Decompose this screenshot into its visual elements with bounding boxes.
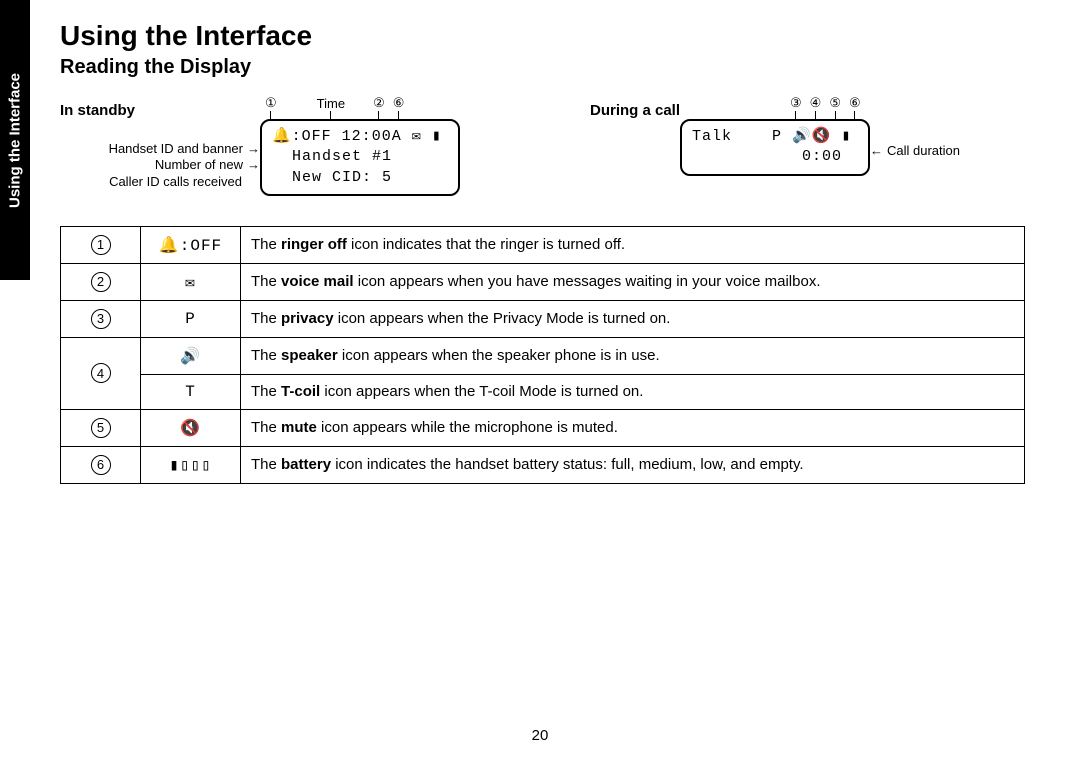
annot-cid-2: Caller ID calls received [60,174,260,190]
page-content: Using the Interface Reading the Display … [50,0,1080,484]
row-num: 3 [91,309,111,329]
table-row: T The T-coil icon appears when the T-coi… [61,374,1025,409]
call-title: During a call [590,102,790,119]
marker-six: ⑥ [393,95,405,111]
marker-four: ④ [810,95,822,111]
ringer-off-icon: 🔔:OFF [159,237,222,255]
row-num: 6 [91,455,111,475]
standby-diagram: In standby ① Time ② ⑥ [60,95,540,196]
standby-lcd: 🔔:OFF 12:00A ✉ ▮ Handset #1 New CID: 5 [260,119,460,196]
lcd-line: 0:00 [692,148,842,165]
marker-five: ⑤ [829,95,841,111]
row-desc: The battery icon indicates the handset b… [241,446,1025,483]
table-row: 4 🔊 The speaker icon appears when the sp… [61,337,1025,374]
row-num: 4 [91,363,111,383]
marker-three: ③ [790,95,802,111]
lcd-line: Talk P 🔊🔇 ▮ [692,128,851,145]
marker-one: ① [265,95,277,111]
mute-icon: 🔇 [180,420,201,438]
lcd-line: 🔔:OFF 12:00A ✉ ▮ [272,128,442,145]
voicemail-icon: ✉ [185,274,196,292]
table-row: 3 P The privacy icon appears when the Pr… [61,300,1025,337]
standby-title: In standby [60,102,265,119]
annot-duration: Call duration [870,119,960,158]
battery-icon: ▮▯▯▯ [169,457,212,475]
section-title: Reading the Display [60,56,1040,79]
call-diagram: During a call ③ ④ ⑤ ⑥ [590,95,1030,176]
lcd-line: New CID: 5 [272,169,392,186]
marker-six-b: ⑥ [849,95,861,111]
time-label: Time [317,96,345,111]
icon-table: 1 🔔:OFF The ringer off icon indicates th… [60,226,1025,484]
annot-cid-1: Number of new [60,157,260,173]
tcoil-icon: T [185,383,196,401]
table-row: 1 🔔:OFF The ringer off icon indicates th… [61,226,1025,263]
page-title: Using the Interface [60,20,1040,52]
row-num: 1 [91,235,111,255]
row-num: 2 [91,272,111,292]
lcd-line: Handset #1 [272,148,392,165]
privacy-icon: P [185,310,196,328]
table-row: 6 ▮▯▯▯ The battery icon indicates the ha… [61,446,1025,483]
row-num: 5 [91,418,111,438]
row-desc: The mute icon appears while the micropho… [241,409,1025,446]
row-desc: The ringer off icon indicates that the r… [241,226,1025,263]
row-desc: The T-coil icon appears when the T-coil … [241,374,1025,409]
speaker-icon: 🔊 [180,348,201,366]
annot-banner: Handset ID and banner [60,141,260,157]
marker-two: ② [373,95,385,111]
row-desc: The voice mail icon appears when you hav… [241,263,1025,300]
table-row: 2 ✉ The voice mail icon appears when you… [61,263,1025,300]
side-tab: Using the Interface [0,0,30,280]
table-row: 5 🔇 The mute icon appears while the micr… [61,409,1025,446]
page-number: 20 [0,727,1080,744]
call-lcd: Talk P 🔊🔇 ▮ 0:00 [680,119,870,176]
row-desc: The speaker icon appears when the speake… [241,337,1025,374]
row-desc: The privacy icon appears when the Privac… [241,300,1025,337]
